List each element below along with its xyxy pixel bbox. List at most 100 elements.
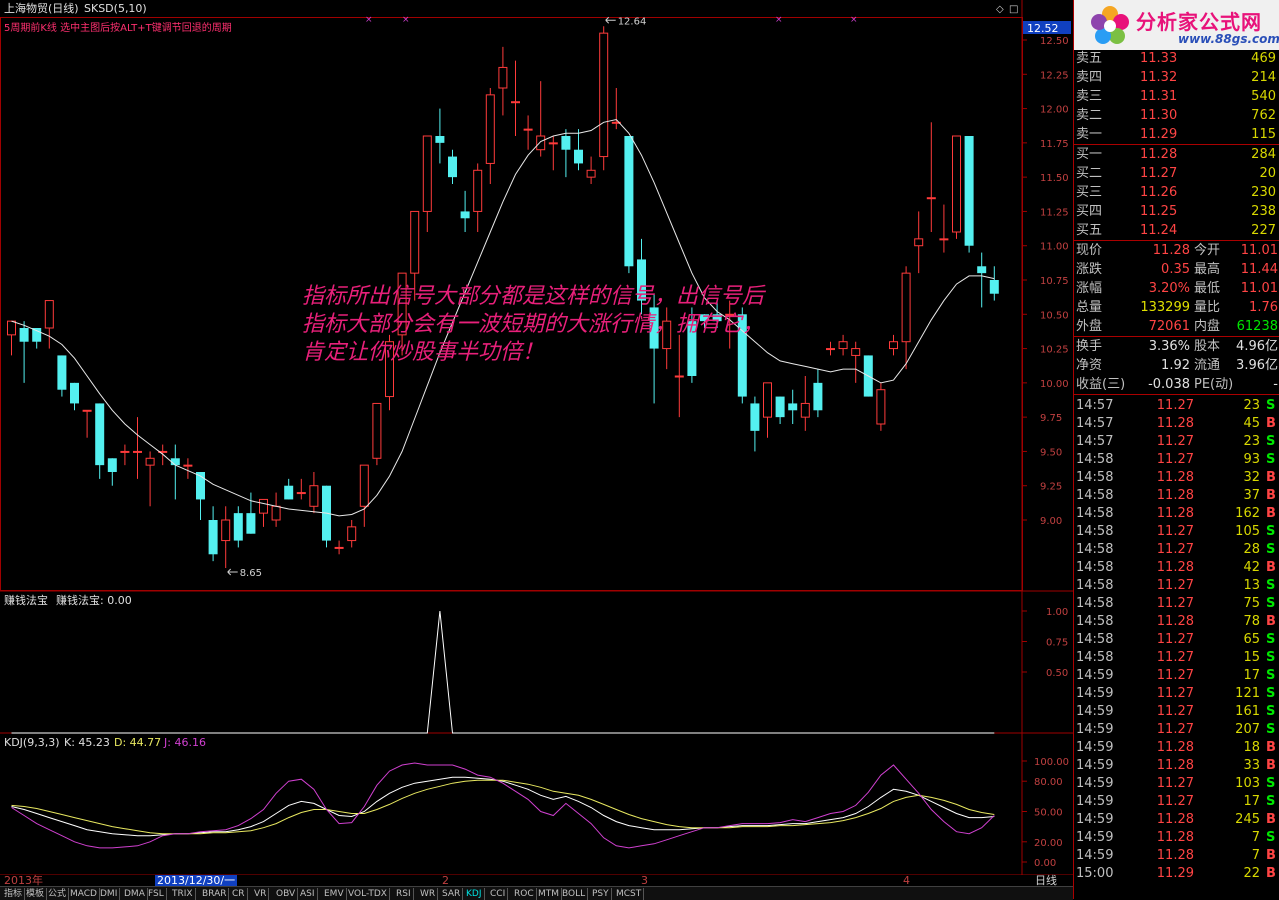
- tab-boll[interactable]: BOLL: [560, 888, 589, 900]
- candle[interactable]: [334, 540, 344, 555]
- tab-dmi[interactable]: DMI: [98, 888, 121, 900]
- tab-模板[interactable]: 模板: [24, 888, 48, 900]
- candle[interactable]: [561, 129, 571, 178]
- tab-fsl[interactable]: FSL: [146, 888, 167, 900]
- chart-canvas[interactable]: 上海物贸(日线) SKSD(5,10) 5周期前K线 选中主图后按ALT+T键调…: [0, 0, 1073, 887]
- candle[interactable]: [322, 485, 331, 548]
- diamond-icon[interactable]: ◇: [996, 4, 1004, 15]
- candle[interactable]: [448, 149, 457, 184]
- event-marker[interactable]: ×: [365, 15, 373, 25]
- candle[interactable]: [851, 341, 861, 383]
- candle[interactable]: [498, 46, 508, 116]
- tab-公式[interactable]: 公式: [46, 888, 70, 900]
- candle[interactable]: [183, 458, 193, 479]
- candle[interactable]: [826, 341, 835, 356]
- ask-row[interactable]: 卖一 11.29 115: [1074, 126, 1279, 144]
- candle[interactable]: [800, 376, 810, 431]
- candle[interactable]: [107, 458, 117, 486]
- ask-row[interactable]: 卖三 11.31 540: [1074, 88, 1279, 106]
- tab-rsi[interactable]: RSI: [394, 888, 414, 900]
- candle[interactable]: [19, 321, 29, 383]
- candle[interactable]: [145, 451, 155, 507]
- candle[interactable]: [964, 136, 974, 253]
- candle[interactable]: [473, 163, 483, 232]
- bid-row[interactable]: 买一 11.28 284: [1074, 146, 1279, 164]
- candle[interactable]: [221, 506, 231, 568]
- bid-row[interactable]: 买二 11.27 20: [1074, 165, 1279, 183]
- candle[interactable]: [989, 266, 999, 301]
- tab-vr[interactable]: VR: [252, 888, 270, 900]
- chart-area[interactable]: 上海物贸(日线) SKSD(5,10) 5周期前K线 选中主图后按ALT+T键调…: [0, 0, 1073, 886]
- tab-mcst[interactable]: MCST: [614, 888, 645, 900]
- candle[interactable]: [511, 60, 520, 136]
- bid-row[interactable]: 买四 11.25 238: [1074, 203, 1279, 221]
- candle[interactable]: [750, 396, 760, 452]
- candle[interactable]: [914, 211, 924, 274]
- candle[interactable]: [813, 369, 823, 418]
- event-marker[interactable]: ×: [402, 15, 410, 25]
- candle[interactable]: [95, 403, 105, 479]
- tab-cci[interactable]: CCI: [488, 888, 509, 900]
- candle[interactable]: [133, 417, 142, 479]
- tab-dma[interactable]: DMA: [122, 888, 148, 900]
- candle[interactable]: [296, 478, 306, 500]
- candle[interactable]: [574, 129, 583, 171]
- tab-vol-tdx[interactable]: VOL-TDX: [346, 888, 390, 900]
- candle[interactable]: [284, 478, 294, 500]
- candle[interactable]: [170, 444, 180, 500]
- tab-psy[interactable]: PSY: [590, 888, 612, 900]
- tab-wr[interactable]: WR: [418, 888, 439, 900]
- candle[interactable]: [926, 122, 936, 232]
- candle[interactable]: [977, 252, 987, 308]
- candle[interactable]: [624, 136, 634, 274]
- candle[interactable]: [347, 520, 357, 548]
- tab-macd[interactable]: MACD: [68, 888, 100, 900]
- bid-row[interactable]: 买三 11.26 230: [1074, 184, 1279, 202]
- candle[interactable]: [208, 506, 218, 562]
- candle[interactable]: [372, 402, 382, 466]
- candle[interactable]: [309, 472, 319, 514]
- candle[interactable]: [233, 506, 243, 548]
- candle[interactable]: [901, 266, 911, 370]
- candle[interactable]: [70, 382, 79, 411]
- candle[interactable]: [649, 293, 659, 404]
- tab-kdj[interactable]: KDJ: [464, 888, 485, 900]
- candle[interactable]: [876, 382, 886, 431]
- candle[interactable]: [82, 409, 92, 438]
- candle[interactable]: [889, 334, 898, 356]
- tab-brar[interactable]: BRAR: [200, 888, 230, 900]
- ask-row[interactable]: 卖五 11.33 469: [1074, 50, 1279, 68]
- tab-trix[interactable]: TRIX: [170, 888, 196, 900]
- candle[interactable]: [120, 444, 130, 466]
- candle[interactable]: [775, 396, 785, 424]
- bid-row[interactable]: 买五 11.24 227: [1074, 222, 1279, 240]
- tab-mtm[interactable]: MTM: [536, 888, 563, 900]
- candle[interactable]: [548, 136, 558, 171]
- candle[interactable]: [460, 190, 470, 232]
- candle[interactable]: [57, 355, 67, 397]
- candle[interactable]: [485, 88, 495, 184]
- tab-asi[interactable]: ASI: [298, 888, 318, 900]
- candle[interactable]: [674, 334, 684, 418]
- candle[interactable]: [788, 389, 798, 424]
- candle[interactable]: [435, 108, 445, 164]
- candle[interactable]: [271, 492, 281, 527]
- ask-row[interactable]: 卖四 11.32 214: [1074, 69, 1279, 87]
- candle[interactable]: [246, 492, 256, 534]
- candle[interactable]: [422, 135, 432, 232]
- tab-sar[interactable]: SAR: [440, 888, 464, 900]
- event-marker[interactable]: ×: [850, 15, 858, 25]
- candle[interactable]: [44, 300, 54, 349]
- candle[interactable]: [523, 115, 533, 150]
- tab-指标[interactable]: 指标: [2, 888, 26, 900]
- square-icon[interactable]: □: [1009, 4, 1018, 15]
- candle[interactable]: [196, 472, 205, 520]
- ask-row[interactable]: 卖二 11.30 762: [1074, 107, 1279, 125]
- tab-obv[interactable]: OBV: [274, 888, 299, 900]
- tab-roc[interactable]: ROC: [512, 888, 537, 900]
- candle[interactable]: [939, 204, 949, 253]
- candle[interactable]: [838, 334, 848, 356]
- candle[interactable]: [586, 156, 596, 184]
- candle[interactable]: [359, 464, 369, 527]
- candle[interactable]: [599, 26, 609, 171]
